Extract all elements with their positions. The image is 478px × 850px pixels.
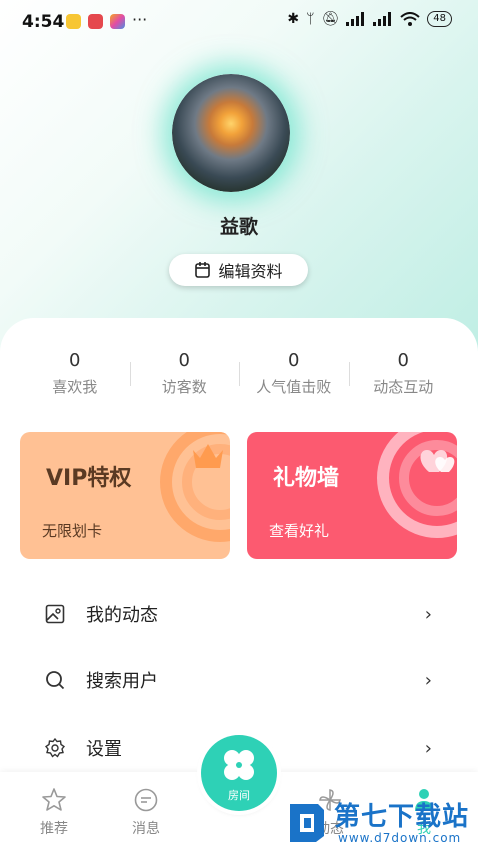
notification-app-icon (66, 14, 81, 29)
battery-indicator: 48 (427, 11, 452, 27)
stat-value: 0 (69, 350, 81, 371)
stat-visitors[interactable]: 0 访客数 (129, 350, 240, 402)
notification-app-icon (88, 14, 103, 29)
avatar[interactable] (172, 74, 290, 192)
status-icons: ✱ ᛘ 🔕︎ 48 (287, 11, 452, 27)
gift-title: 礼物墙 (273, 466, 340, 491)
watermark-url: www.d7down.com (338, 831, 462, 845)
bluetooth-icon: ✱ (287, 11, 300, 27)
gift-subtitle: 查看好礼 (269, 522, 330, 540)
clover-icon (224, 750, 254, 780)
tab-label: 消息 (132, 821, 160, 837)
search-icon (44, 669, 66, 691)
chevron-right-icon: › (424, 603, 432, 625)
stat-label: 访客数 (161, 378, 207, 396)
edit-profile-label: 编辑资料 (218, 262, 283, 281)
crown-icon (193, 444, 223, 468)
username: 益歌 (219, 216, 258, 238)
watermark-logo (290, 804, 324, 842)
stat-value: 0 (178, 350, 190, 371)
mute-icon: 🔕︎ (321, 11, 340, 27)
signal-icon (373, 12, 392, 26)
menu-item-search-users[interactable]: 搜索用户 › (20, 652, 458, 708)
more-notifications-icon: ··· (132, 10, 148, 29)
room-button[interactable]: 房间 (201, 735, 277, 811)
tab-label: 推荐 (40, 821, 68, 837)
chevron-right-icon: › (424, 737, 432, 759)
heart-icon (420, 450, 455, 472)
vip-title: VIP特权 (46, 466, 132, 491)
message-icon (116, 786, 176, 814)
watermark-name: 第七下载站 (334, 802, 470, 832)
stat-value: 0 (288, 350, 300, 371)
stat-label: 喜欢我 (52, 378, 98, 396)
gear-icon (44, 737, 66, 759)
menu-item-label: 搜索用户 (86, 671, 158, 692)
gift-wall-card[interactable]: 礼物墙 查看好礼 (247, 432, 457, 559)
tab-recommend[interactable]: 推荐 (24, 786, 84, 838)
notification-app-icon (110, 14, 125, 29)
calendar-edit-icon (195, 262, 211, 278)
stat-label: 人气值击败 (256, 378, 332, 396)
stat-value: 0 (397, 350, 409, 371)
site-watermark: 第七下载站 www.d7down.com (286, 796, 472, 850)
signal-icon (346, 12, 365, 26)
stats-row: 0 喜欢我 0 访客数 0 人气值击败 0 动态互动 (20, 350, 458, 402)
status-bar: 4:54 ··· ✱ ᛘ 🔕︎ 48 (0, 0, 478, 44)
menu-item-my-posts[interactable]: 我的动态 › (20, 586, 458, 642)
avatar-image (172, 74, 290, 192)
stat-popularity[interactable]: 0 人气值击败 (239, 350, 349, 402)
vip-subtitle: 无限划卡 (42, 522, 103, 540)
nfc-icon: ᛘ (306, 11, 315, 27)
stat-label: 动态互动 (373, 378, 434, 396)
stat-interactions[interactable]: 0 动态互动 (348, 350, 459, 402)
menu-item-label: 我的动态 (86, 605, 158, 626)
image-icon (44, 603, 66, 625)
vip-card[interactable]: VIP特权 无限划卡 (20, 432, 230, 559)
edit-profile-button[interactable]: 编辑资料 (169, 254, 308, 286)
status-time: 4:54 (22, 12, 65, 32)
chevron-right-icon: › (424, 669, 432, 691)
tab-messages[interactable]: 消息 (116, 786, 176, 838)
room-button-label: 房间 (228, 789, 250, 802)
stat-likes[interactable]: 0 喜欢我 (20, 350, 130, 402)
wifi-icon (400, 12, 420, 26)
star-icon (24, 786, 84, 814)
